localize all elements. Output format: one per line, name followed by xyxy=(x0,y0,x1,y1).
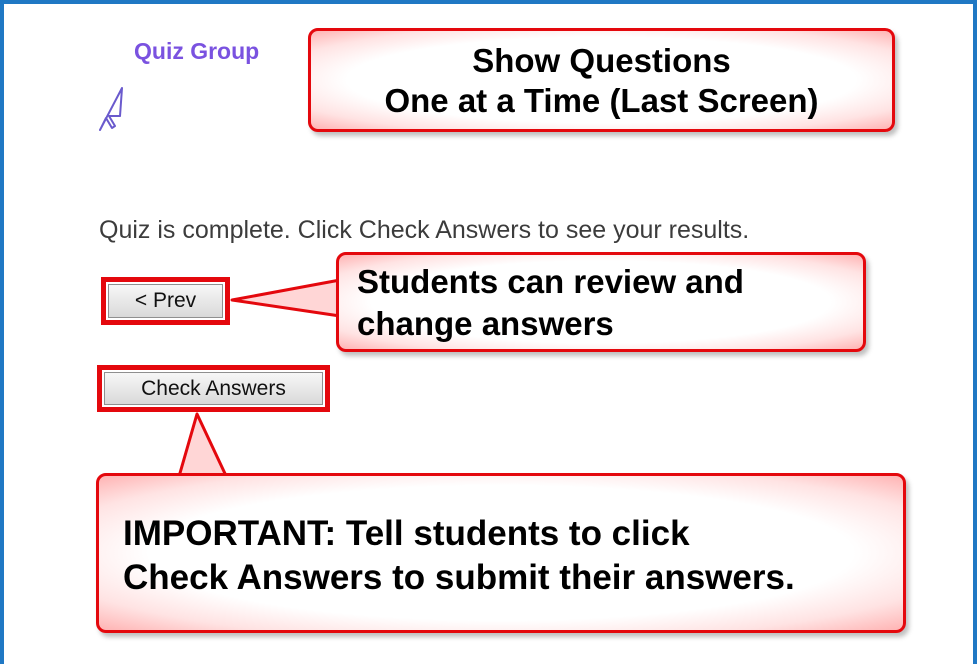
important-callout-line1: IMPORTANT: Tell students to click xyxy=(123,514,690,553)
title-callout-line2: One at a Time (Last Screen) xyxy=(384,82,819,119)
title-callout: Show Questions One at a Time (Last Scree… xyxy=(308,28,895,132)
quiz-group-label: Quiz Group xyxy=(134,38,260,64)
prev-button[interactable]: < Prev xyxy=(108,284,223,318)
review-callout: Students can review and change answers xyxy=(336,252,866,352)
cursor-arrow-icon xyxy=(99,87,123,131)
check-answers-highlight: Check Answers xyxy=(97,365,330,412)
quiz-status-text: Quiz is complete. Click Check Answers to… xyxy=(99,216,750,244)
important-callout: IMPORTANT: Tell students to click Check … xyxy=(96,473,906,633)
prev-button-highlight: < Prev xyxy=(101,277,230,325)
review-callout-line2: change answers xyxy=(357,305,614,342)
title-callout-line1: Show Questions xyxy=(472,42,731,79)
important-callout-line2: Check Answers to submit their answers. xyxy=(123,558,795,597)
check-answers-button[interactable]: Check Answers xyxy=(104,372,323,405)
review-callout-line1: Students can review and xyxy=(357,263,744,300)
